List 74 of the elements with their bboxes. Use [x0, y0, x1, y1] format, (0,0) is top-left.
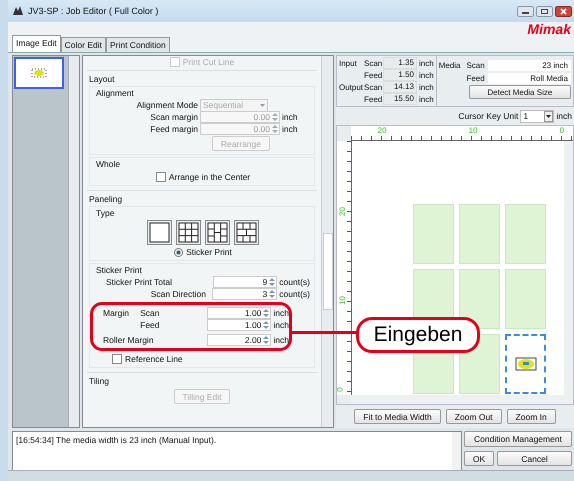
group-title: Whole: [96, 158, 120, 170]
preview-button[interactable]: Zoom In: [506, 409, 556, 424]
unit-label: inch: [272, 335, 289, 345]
cancel-button[interactable]: Cancel: [497, 451, 572, 466]
value-field: 15.50: [383, 93, 417, 105]
unit-label: inch: [418, 82, 434, 92]
field-label: Scan: [465, 60, 486, 70]
value-field: 14.13: [383, 81, 417, 93]
logo: Mimak: [527, 22, 571, 37]
ruler-label: 20: [378, 126, 387, 135]
field-label: Scan Direction: [150, 289, 206, 299]
number-field[interactable]: 9: [212, 276, 278, 288]
unit-label: inch: [281, 124, 298, 134]
field-label: Margin: [103, 308, 129, 318]
log-message: [16:54:34] The media width is 23 inch (Manual Input).: [16, 435, 216, 447]
number-field[interactable]: 1.00: [207, 307, 272, 319]
unit-label: inch: [272, 320, 289, 330]
ruler-label: 20: [338, 207, 347, 216]
unit-label: inch: [272, 308, 289, 318]
group-title: Paneling: [89, 193, 122, 205]
field-label: Feed: [140, 320, 160, 330]
field-label: Cursor Key Unit: [458, 111, 518, 121]
checkbox-label: Reference Line: [125, 354, 183, 364]
number-field[interactable]: 3: [212, 288, 278, 300]
field-label: Feed: [465, 74, 486, 82]
field-label: Feed margin: [149, 124, 199, 134]
field-label: Media: [438, 60, 460, 70]
unit-label: count(s): [278, 289, 310, 299]
tab[interactable]: Image Edit: [12, 35, 61, 52]
group-title: Sticker Print: [96, 264, 142, 276]
media-field[interactable]: Roll Media: [488, 72, 571, 84]
ruler-label: 0: [560, 126, 564, 135]
field-label: Scan: [364, 82, 383, 92]
preview-button[interactable]: Fit to Media Width: [354, 409, 441, 424]
field-label: Output: [339, 82, 364, 92]
field-label: Sticker Print Total: [105, 277, 173, 287]
ok-button[interactable]: OK: [464, 451, 494, 466]
dropdown[interactable]: 1: [520, 110, 554, 122]
unit-label: inch: [556, 111, 572, 121]
group-title: Alignment: [96, 87, 134, 99]
unit-label: inch: [418, 58, 434, 68]
number-field[interactable]: 1.00: [207, 319, 272, 331]
value-field: 1.50: [383, 69, 417, 81]
field-label: Scan: [364, 58, 383, 68]
unit-label: count(s): [278, 277, 310, 287]
field-label: Input: [339, 58, 357, 68]
ruler-label: 0: [337, 387, 345, 392]
ruler-label: 10: [338, 296, 347, 305]
unit-label: inch: [418, 94, 434, 104]
checkbox-label: Arrange in the Center: [168, 172, 250, 182]
group-title: Type: [96, 207, 114, 219]
condition-management-button[interactable]: Condition Management: [464, 431, 572, 447]
checkbox-label: Print Cut Line: [182, 56, 234, 66]
number-field[interactable]: 2.00: [207, 334, 272, 346]
field-label: Feed: [364, 94, 383, 104]
group-title: Tiling: [89, 375, 109, 387]
radio-label: Sticker Print: [186, 247, 232, 257]
field-label: Scan margin: [149, 112, 199, 122]
value-field: 1.35: [383, 57, 417, 69]
detect-media-size-button[interactable]: Detect Media Size: [468, 85, 571, 99]
unit-label: inch: [281, 112, 298, 122]
tab[interactable]: Color Edit: [60, 37, 106, 52]
unit-label: inch: [418, 70, 434, 80]
tab[interactable]: Print Condition: [106, 37, 170, 52]
ruler-label: 10: [468, 126, 478, 135]
preview-button[interactable]: Zoom Out: [446, 409, 502, 424]
field-label: Alignment Mode: [136, 100, 199, 110]
media-field[interactable]: 23 inch: [488, 60, 571, 70]
field-label: Roller Margin: [103, 335, 155, 345]
group-title: Layout: [89, 73, 115, 85]
field-label: Feed: [364, 70, 383, 80]
window-title: JV3-SP : Job Editor ( Full Color ): [28, 6, 158, 16]
field-label: Scan: [140, 308, 160, 318]
callout-tooltip: Eingeben: [356, 317, 480, 353]
